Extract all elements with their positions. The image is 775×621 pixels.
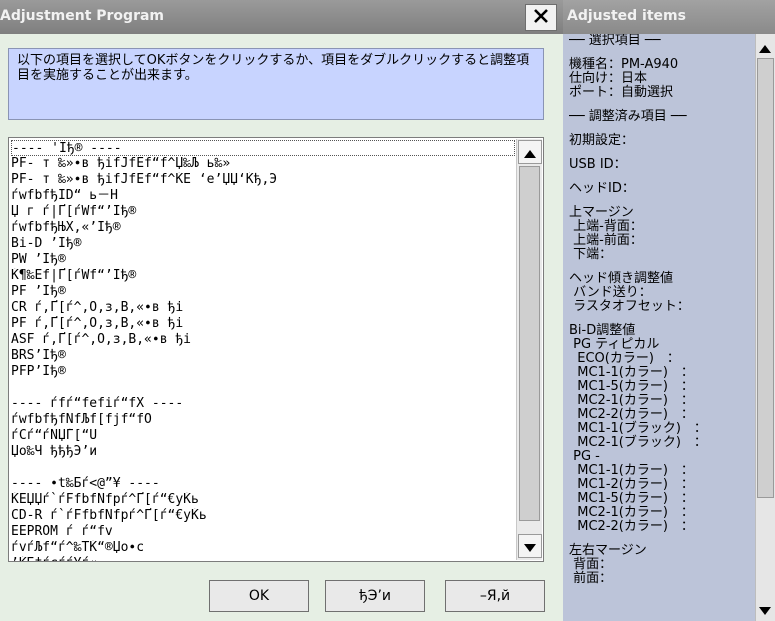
adjusted-item-line: Bi-D調整値 <box>569 323 636 338</box>
list-item[interactable]: CR ѓ,Ґ[ѓ^,O,з,В,«∙в ђі <box>11 300 515 316</box>
list-item[interactable]: Bi-D ’Iђ® <box>11 236 515 252</box>
adjusted-scrollbar[interactable] <box>755 34 775 621</box>
list-item[interactable]: ѓwfbfђЊХ,«’Iђ® <box>11 220 515 236</box>
adjusted-item-line: MC2-1(カラー) ： <box>569 393 694 408</box>
adjusted-item-line: バンド送り： <box>569 285 652 300</box>
adjusted-item-line: MC1-1(カラー) ： <box>569 365 694 380</box>
list-item[interactable]: Џ г ѓ|Ґ[ѓWf“’Iђ® <box>11 204 515 220</box>
adjusted-item-line: ヘッド傾き調整値 <box>569 271 674 286</box>
adjusted-item-line: MC2-1(カラー) ： <box>569 505 694 520</box>
adjusted-item-line: 仕向け：日本 <box>569 71 648 86</box>
adjusted-item-line: USB ID： <box>569 157 627 172</box>
close-icon <box>533 8 549 28</box>
adjusted-item-line: ── 調整済み項目 ── <box>569 109 687 124</box>
setting-button[interactable]: ђЭ’и <box>325 580 425 612</box>
adjusted-item-line: 機種名：PM-A940 <box>569 57 679 72</box>
adjusted-scroll-up-button[interactable] <box>756 38 774 56</box>
exit-button[interactable]: –Я,й <box>445 580 545 612</box>
adjusted-item-line: 下端： <box>569 247 613 262</box>
adjusted-item-line: ECO(カラー) ： <box>569 351 680 366</box>
scroll-up-icon <box>524 143 536 162</box>
adjusted-item-line: MC1-1(ブラック) ： <box>569 421 707 436</box>
list-item[interactable]: ѓvѓЉf“ѓ^‰ТЌ“®Џо∙с <box>11 540 515 556</box>
adjustment-item-list[interactable]: ---- 'Iђ® ---- PF- т ‰»∙в ђіfЈfЕf“f^Џ‰Љ ь… <box>8 137 544 562</box>
adjusted-item-line: MC1-5(カラー) ： <box>569 491 694 506</box>
window-title: Adjustment Program <box>0 8 165 24</box>
list-item[interactable]: PF- т ‰»∙в ђіfЈfЕf“f^ЌЕ ‘е’ЏЏ‘Ќђ,Э <box>11 172 515 188</box>
scroll-down-icon <box>759 600 771 619</box>
list-item[interactable]: EEPROM ѓ ѓ“fv <box>11 524 515 540</box>
list-item[interactable]: Ќ¶‰Еf|Ґ[ѓWf“’Iђ® <box>11 268 515 284</box>
ok-button[interactable]: OK <box>209 580 309 612</box>
adjusted-item-line: MC1-5(カラー) ： <box>569 379 694 394</box>
list-item[interactable]: ѓCѓ“ѓNЏЃ[“U <box>11 428 515 444</box>
adjusted-item-line: ポート：自動選択 <box>569 85 674 100</box>
adjusted-item-line: ヘッドID： <box>569 181 635 196</box>
list-item[interactable]: ---- ∙t‰Бѓ<@”¥ ---- <box>11 476 515 492</box>
list-item[interactable]: ASF ѓ,Ґ[ѓ^,O,з,В,«∙в ђі <box>11 332 515 348</box>
adjusted-items-window: Adjusted items ── 選択項目 ── 機種名：PM-A940 仕向け：… <box>563 0 775 621</box>
adjusted-item-line: PG - <box>569 449 600 464</box>
adjusted-item-line: 上端-前面： <box>569 233 643 248</box>
list-scrollbar[interactable] <box>516 139 542 560</box>
list-item[interactable] <box>11 460 515 476</box>
adjusted-scroll-down-button[interactable] <box>756 600 774 618</box>
adjusted-items-list: ── 選択項目 ── 機種名：PM-A940 仕向け：日本 ポート：自動選択 ── 調整… <box>569 34 755 621</box>
list-item[interactable]: PFP’Iђ® <box>11 364 515 380</box>
list-items: ---- 'Iђ® ---- PF- т ‰»∙в ђіfЈfЕf“f^Џ‰Љ ь… <box>11 140 515 561</box>
adjusted-item-line: 上端-背面： <box>569 219 643 234</box>
list-item[interactable]: ѓwfbfђID“ ь－Н <box>11 188 515 204</box>
adjusted-item-line: MC1-1(カラー) ： <box>569 463 694 478</box>
title-bar: Adjustment Program <box>0 0 563 34</box>
adjustment-program-window: Adjustment Program 以下の項目を選択してOKボタンをクリックす… <box>0 0 563 621</box>
adjusted-scroll-thumb[interactable] <box>757 58 774 498</box>
adjusted-item-line: 左右マージン <box>569 543 647 558</box>
adjusted-item-line: MC2-2(カラー) ： <box>569 519 694 534</box>
adjusted-item-line: 上マージン <box>569 205 634 220</box>
adjusted-item-line: MC2-2(カラー) ： <box>569 407 694 422</box>
adjusted-item-line: ラスタオフセット： <box>569 299 690 314</box>
instructions-text: 以下の項目を選択してOKボタンをクリックするか、項目をダブルクリックすると調整項… <box>8 48 544 120</box>
list-item[interactable]: ---- ѓfѓ“fefіѓ“fX ---- <box>11 396 515 412</box>
scroll-down-icon <box>524 537 536 556</box>
list-item[interactable]: PF- т ‰»∙в ђіfЈfЕf“f^Џ‰Љ ь‰» <box>11 156 515 172</box>
list-item[interactable]: ’ЌБ‡ѓсѓѓ¥ѓ« <box>11 556 515 561</box>
list-item[interactable]: PF ѓ,Ґ[ѓ^,O,з,В,«∙в ђі <box>11 316 515 332</box>
list-item[interactable]: ЌЕЏЏѓ`ѓFfbfNfpѓ^Ґ[ѓ“€уЌь <box>11 492 515 508</box>
scroll-thumb[interactable] <box>519 166 540 521</box>
scroll-up-icon <box>759 38 771 57</box>
adjusted-item-line: MC2-1(ブラック) ： <box>569 435 707 450</box>
list-item[interactable] <box>11 380 515 396</box>
close-button[interactable] <box>525 4 557 31</box>
adjusted-item-line: PG ティピカル <box>569 337 660 352</box>
adjusted-window-title: Adjusted items <box>567 8 686 24</box>
adjusted-item-line: ── 選択項目 ── <box>569 34 661 48</box>
adjusted-item-line: 背面： <box>569 557 613 572</box>
list-item[interactable]: PW ’Iђ® <box>11 252 515 268</box>
list-item[interactable]: ѓwfbfђfNfЉf[fjf“fO <box>11 412 515 428</box>
adjusted-title-bar: Adjusted items <box>563 0 775 34</box>
list-item[interactable]: ---- 'Iђ® ---- <box>11 140 515 156</box>
scroll-up-button[interactable] <box>518 140 542 164</box>
scroll-down-button[interactable] <box>518 534 542 558</box>
adjusted-item-line: 初期設定： <box>569 133 635 148</box>
list-item[interactable]: Џо‰Ч ђђђЭ’и <box>11 444 515 460</box>
list-item[interactable]: CD-R ѓ`ѓFfbfNfpѓ^Ґ[ѓ“€уЌь <box>11 508 515 524</box>
list-item[interactable]: PF ’Iђ® <box>11 284 515 300</box>
adjusted-item-line: MC1-2(カラー) ： <box>569 477 694 492</box>
list-item[interactable]: BRS’Iђ® <box>11 348 515 364</box>
adjusted-item-line: 前面： <box>569 571 613 586</box>
